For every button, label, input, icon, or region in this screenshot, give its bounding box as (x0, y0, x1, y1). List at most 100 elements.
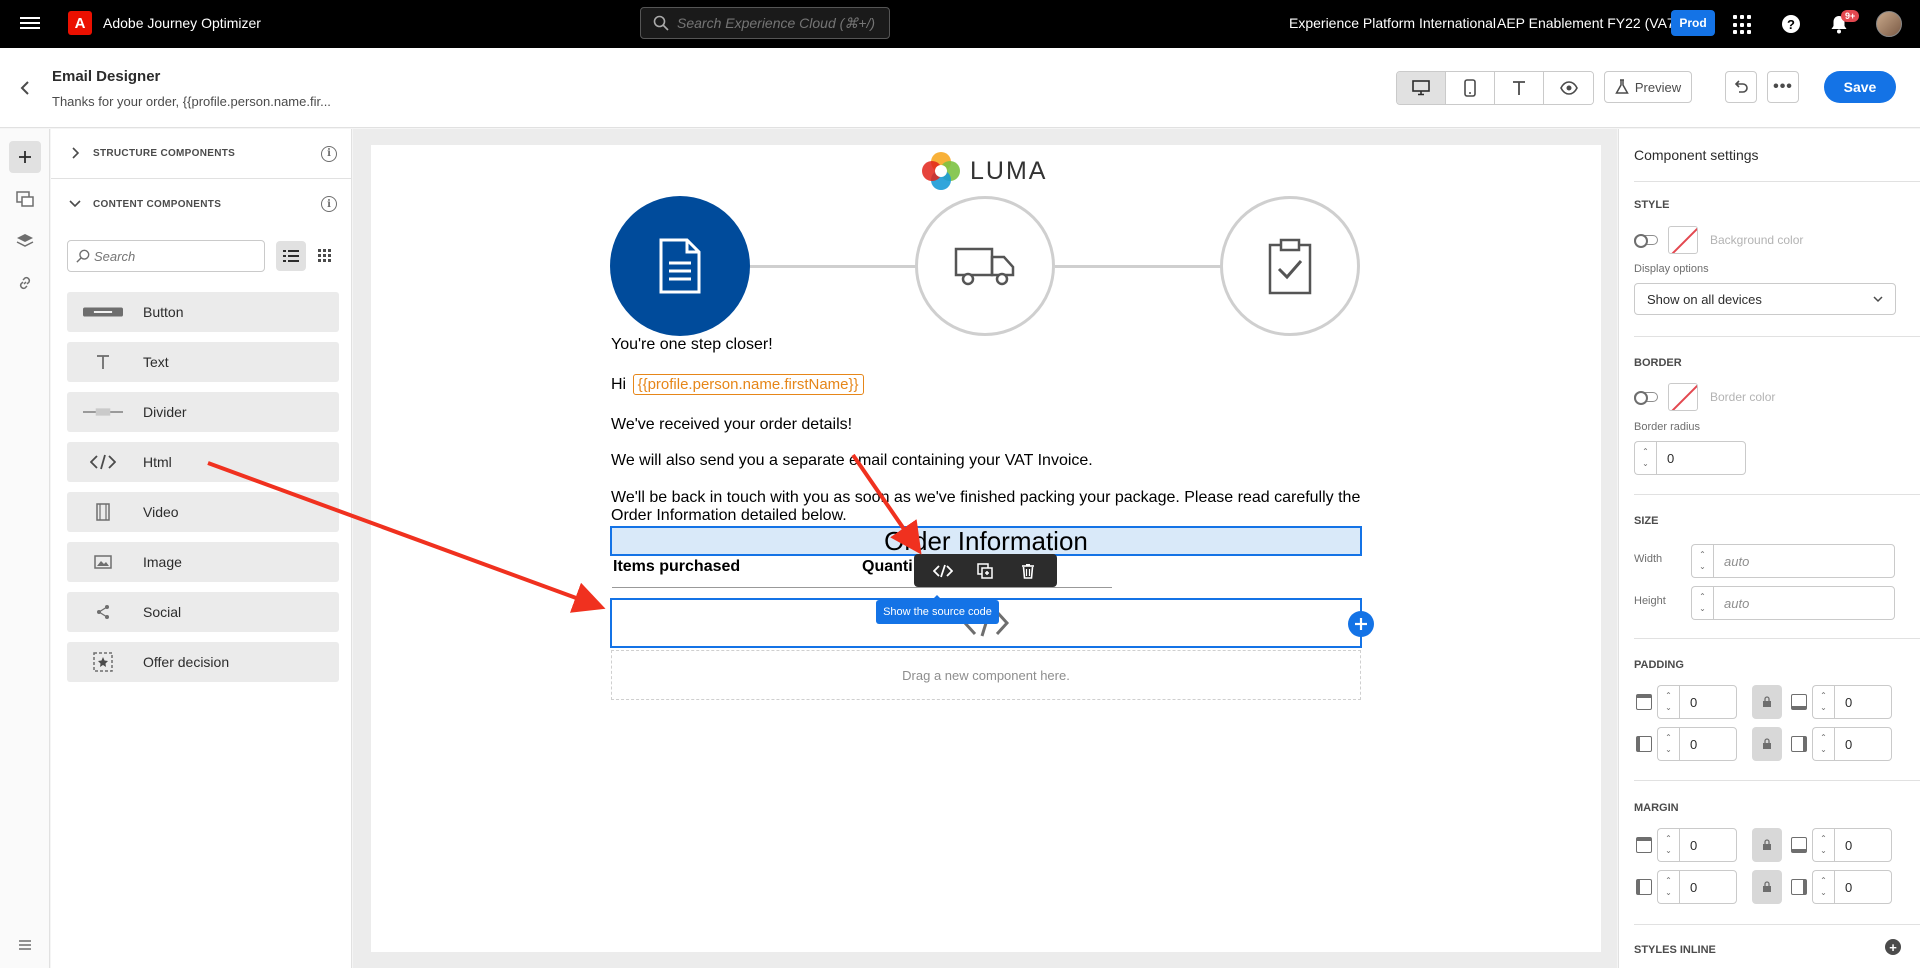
border-radius-input[interactable]: 0 (1656, 441, 1746, 475)
padding-top-stepper[interactable]: ⌃ ⌄ 0 (1657, 685, 1737, 719)
padding-bottom-input[interactable]: 0 (1834, 685, 1892, 719)
height-stepper[interactable]: ⌃ ⌄ auto (1691, 586, 1895, 620)
assets-button[interactable] (9, 183, 41, 215)
padding-left-stepper[interactable]: ⌃ ⌄ 0 (1657, 727, 1737, 761)
info-icon[interactable]: i (321, 145, 337, 162)
component-divider[interactable]: Divider (67, 392, 339, 432)
component-button[interactable]: Button (67, 292, 339, 332)
margin-bottom-input[interactable]: 0 (1834, 828, 1892, 862)
stepper-arrows-icon[interactable]: ⌃ ⌄ (1691, 544, 1713, 578)
padding-lock-button[interactable] (1752, 685, 1782, 719)
flask-icon (1615, 79, 1629, 94)
list-view-toggle[interactable] (276, 241, 306, 271)
border-color-swatch[interactable] (1668, 383, 1698, 411)
border-radius-stepper[interactable]: ⌃ ⌄ 0 (1634, 441, 1746, 475)
border-color-toggle[interactable] (1634, 391, 1658, 405)
width-input[interactable]: auto (1713, 544, 1895, 578)
settings-rail-button[interactable] (9, 929, 41, 961)
global-search[interactable] (640, 7, 890, 39)
stepper-arrows-icon[interactable]: ⌃ ⌄ (1634, 441, 1656, 475)
stepper-arrows-icon[interactable]: ⌃ ⌄ (1812, 685, 1834, 719)
component-social[interactable]: Social (67, 592, 339, 632)
add-inline-style-icon[interactable]: + (1885, 939, 1901, 955)
component-search-input[interactable] (94, 248, 254, 264)
margin-lock-button[interactable] (1752, 870, 1782, 904)
display-options-select[interactable]: Show on all devices (1634, 283, 1896, 315)
structure-components-section[interactable]: STRUCTURE COMPONENTS i (51, 129, 352, 179)
email-line-vat[interactable]: We will also send you a separate email c… (611, 452, 1093, 470)
margin-left-input[interactable]: 0 (1679, 870, 1737, 904)
stepper-arrows-icon[interactable]: ⌃ ⌄ (1657, 727, 1679, 761)
add-components-button[interactable] (9, 141, 41, 173)
desktop-view-button[interactable] (1397, 72, 1446, 104)
mobile-view-button[interactable] (1446, 72, 1495, 104)
height-input[interactable]: auto (1713, 586, 1895, 620)
undo-button[interactable] (1725, 71, 1757, 103)
add-component-button[interactable] (1348, 611, 1374, 637)
width-stepper[interactable]: ⌃ ⌄ auto (1691, 544, 1895, 578)
padding-bottom-stepper[interactable]: ⌃ ⌄ 0 (1812, 685, 1892, 719)
user-avatar[interactable] (1876, 11, 1902, 37)
stepper-arrows-icon[interactable]: ⌃ ⌄ (1657, 870, 1679, 904)
component-offer-decision[interactable]: Offer decision (67, 642, 339, 682)
margin-top-stepper[interactable]: ⌃ ⌄ 0 (1657, 828, 1737, 862)
layers-button[interactable] (9, 225, 41, 257)
background-color-toggle[interactable] (1634, 234, 1658, 248)
padding-left-input[interactable]: 0 (1679, 727, 1737, 761)
component-html[interactable]: Html (67, 442, 339, 482)
stepper-arrows-icon[interactable]: ⌃ ⌄ (1812, 727, 1834, 761)
stepper-arrows-icon[interactable]: ⌃ ⌄ (1691, 586, 1713, 620)
preview-button[interactable]: Preview (1604, 71, 1692, 103)
apps-grid-icon[interactable] (1733, 13, 1755, 35)
info-icon[interactable]: i (321, 196, 337, 212)
personalization-token[interactable]: {{profile.person.name.firstName}} (632, 374, 864, 395)
padding-right-input[interactable]: 0 (1834, 727, 1892, 761)
email-greeting[interactable]: Hi {{profile.person.name.firstName}} (611, 374, 864, 395)
luma-logo[interactable]: LUMA (920, 150, 1047, 192)
more-options-button[interactable]: ••• (1767, 71, 1799, 103)
show-source-code-button[interactable] (929, 559, 957, 583)
padding-top-input[interactable]: 0 (1679, 685, 1737, 719)
help-icon[interactable]: ? (1782, 15, 1800, 33)
margin-right-input[interactable]: 0 (1834, 870, 1892, 904)
padding-right-stepper[interactable]: ⌃ ⌄ 0 (1812, 727, 1892, 761)
stepper-arrows-icon[interactable]: ⌃ ⌄ (1657, 685, 1679, 719)
margin-top-input[interactable]: 0 (1679, 828, 1737, 862)
component-search[interactable] (67, 240, 265, 272)
stepper-arrows-icon[interactable]: ⌃ ⌄ (1812, 870, 1834, 904)
email-line-received[interactable]: We've received your order details! (611, 416, 852, 434)
component-text[interactable]: Text (67, 342, 339, 382)
back-arrow-icon[interactable] (17, 78, 33, 98)
content-components-section[interactable]: CONTENT COMPONENTS i (51, 179, 352, 229)
background-color-swatch[interactable] (1668, 226, 1698, 254)
sandbox-switcher[interactable]: AEP Enablement FY22 (VA7) (1497, 15, 1679, 31)
org-switcher[interactable]: Experience Platform International (1289, 15, 1496, 31)
component-image[interactable]: Image (67, 542, 339, 582)
links-button[interactable] (9, 267, 41, 299)
hamburger-menu-icon[interactable] (20, 14, 40, 34)
margin-bottom-stepper[interactable]: ⌃ ⌄ 0 (1812, 828, 1892, 862)
delete-button[interactable] (1014, 559, 1042, 583)
margin-right-stepper[interactable]: ⌃ ⌄ 0 (1812, 870, 1892, 904)
drop-zone[interactable]: Drag a new component here. (611, 650, 1361, 700)
app-title[interactable]: Adobe Journey Optimizer (103, 15, 261, 31)
email-line-order-info[interactable]: Order Information detailed below. (611, 507, 847, 525)
margin-left-stepper[interactable]: ⌃ ⌄ 0 (1657, 870, 1737, 904)
text-view-button[interactable] (1495, 72, 1544, 104)
duplicate-button[interactable] (971, 559, 999, 583)
adobe-logo[interactable]: A (68, 11, 92, 35)
margin-lock-button[interactable] (1752, 828, 1782, 862)
stepper-arrows-icon[interactable]: ⌃ ⌄ (1657, 828, 1679, 862)
environment-badge[interactable]: Prod (1671, 10, 1715, 36)
component-video[interactable]: Video (67, 492, 339, 532)
stepper-arrows-icon[interactable]: ⌃ ⌄ (1812, 828, 1834, 862)
save-button[interactable]: Save (1824, 71, 1896, 103)
grid-view-toggle[interactable] (310, 241, 340, 271)
order-information-heading[interactable]: Order Information (610, 526, 1362, 556)
padding-lock-button[interactable] (1752, 727, 1782, 761)
visibility-button[interactable] (1544, 72, 1593, 104)
email-line-closer[interactable]: You're one step closer! (611, 336, 773, 354)
global-search-input[interactable] (677, 15, 877, 31)
component-label: Social (143, 604, 182, 620)
email-line-packing[interactable]: We'll be back in touch with you as soon … (611, 489, 1360, 507)
